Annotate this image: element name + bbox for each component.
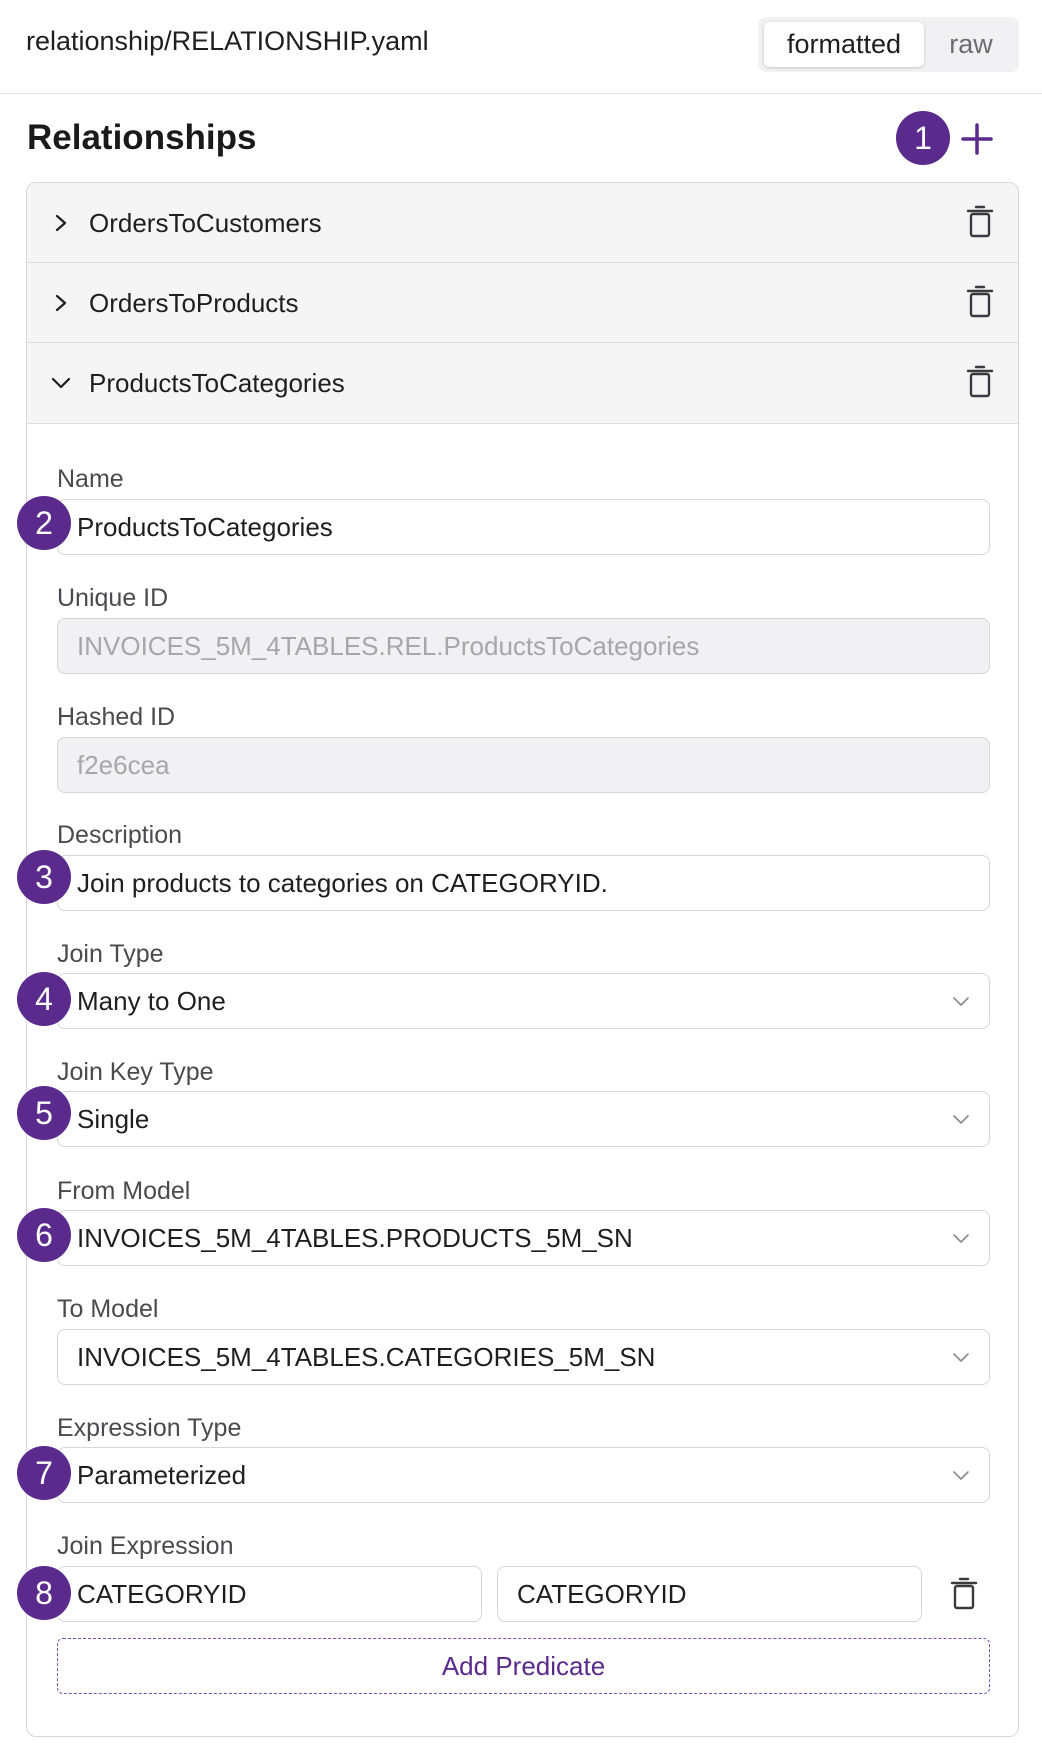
join-expression-right-input[interactable]: CATEGORYID	[497, 1566, 922, 1622]
chevron-right-icon	[55, 214, 67, 232]
to-model-value: INVOICES_5M_4TABLES.CATEGORIES_5M_SN	[77, 1341, 656, 1372]
to-model-label: To Model	[57, 1295, 159, 1323]
join-type-value: Many to One	[77, 985, 226, 1016]
expression-type-select[interactable]: Parameterized	[57, 1447, 990, 1503]
trash-icon[interactable]	[965, 205, 995, 239]
chevron-down-icon	[953, 997, 969, 1006]
annotation-badge-8: 8	[17, 1566, 71, 1620]
join-expression-label: Join Expression	[57, 1532, 234, 1560]
view-toggle: formatted raw	[758, 17, 1019, 72]
from-model-label: From Model	[57, 1177, 191, 1205]
relationship-row-orders-to-products[interactable]: OrdersToProducts	[27, 263, 1018, 343]
join-key-type-select[interactable]: Single	[57, 1091, 990, 1147]
unique-id-label: Unique ID	[57, 584, 169, 612]
relationship-label: ProductsToCategories	[89, 368, 345, 398]
formatted-toggle-button[interactable]: formatted	[764, 22, 924, 67]
relationship-row-orders-to-customers[interactable]: OrdersToCustomers	[27, 183, 1018, 263]
chevron-down-icon	[953, 1471, 969, 1480]
plus-icon	[961, 123, 993, 155]
trash-icon[interactable]	[965, 285, 995, 319]
annotation-badge-7: 7	[17, 1446, 71, 1500]
annotation-badge-4: 4	[17, 972, 71, 1026]
relationship-label: OrdersToProducts	[89, 288, 299, 318]
annotation-badge-3: 3	[17, 850, 71, 904]
from-model-value: INVOICES_5M_4TABLES.PRODUCTS_5M_SN	[77, 1222, 633, 1253]
join-key-type-value: Single	[77, 1103, 150, 1134]
description-input[interactable]: Join products to categories on CATEGORYI…	[57, 855, 990, 911]
description-label: Description	[57, 821, 183, 849]
unique-id-input: INVOICES_5M_4TABLES.REL.ProductsToCatego…	[57, 618, 990, 674]
name-label: Name	[57, 465, 124, 493]
relationship-label: OrdersToCustomers	[89, 208, 322, 238]
expression-type-value: Parameterized	[77, 1459, 247, 1490]
hashed-id-input: f2e6cea	[57, 737, 990, 793]
annotation-badge-5: 5	[17, 1086, 71, 1140]
hashed-id-label: Hashed ID	[57, 703, 176, 731]
raw-toggle-button[interactable]: raw	[928, 22, 1014, 67]
trash-icon[interactable]	[949, 1577, 979, 1611]
join-type-select[interactable]: Many to One	[57, 973, 990, 1029]
chevron-right-icon	[55, 294, 67, 312]
trash-icon[interactable]	[965, 365, 995, 399]
chevron-down-icon	[51, 377, 71, 389]
chevron-down-icon	[953, 1115, 969, 1124]
chevron-down-icon	[953, 1234, 969, 1243]
to-model-select[interactable]: INVOICES_5M_4TABLES.CATEGORIES_5M_SN	[57, 1329, 990, 1385]
join-key-type-label: Join Key Type	[57, 1058, 214, 1086]
file-path: relationship/RELATIONSHIP.yaml	[26, 26, 429, 56]
editor-header: relationship/RELATIONSHIP.yaml formatted…	[0, 0, 1042, 94]
annotation-badge-1: 1	[896, 111, 950, 165]
chevron-down-icon	[953, 1353, 969, 1362]
annotation-badge-6: 6	[17, 1208, 71, 1262]
annotation-badge-2: 2	[17, 496, 71, 550]
add-relationship-button[interactable]	[956, 118, 998, 160]
section-title: Relationships	[27, 118, 257, 157]
join-type-label: Join Type	[57, 940, 164, 968]
expression-type-label: Expression Type	[57, 1414, 242, 1442]
join-expression-left-input[interactable]: CATEGORYID	[57, 1566, 482, 1622]
add-predicate-button[interactable]: Add Predicate	[57, 1638, 990, 1694]
from-model-select[interactable]: INVOICES_5M_4TABLES.PRODUCTS_5M_SN	[57, 1210, 990, 1266]
relationships-panel: OrdersToCustomers OrdersToProducts Produ…	[26, 182, 1019, 1737]
name-input[interactable]: ProductsToCategories	[57, 499, 990, 555]
relationship-row-products-to-categories[interactable]: ProductsToCategories	[27, 343, 1018, 424]
